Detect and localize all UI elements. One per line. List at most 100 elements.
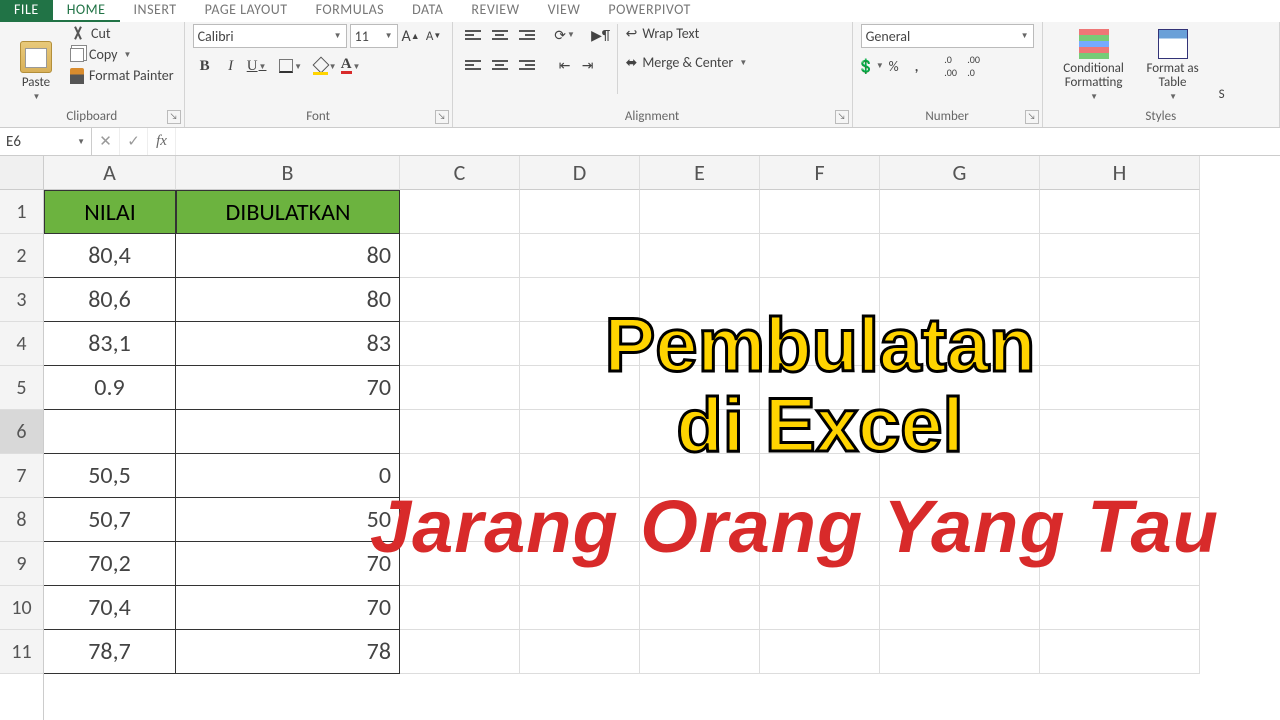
increase-decimal-button[interactable]: .0.00: [941, 56, 961, 76]
row-header[interactable]: 7: [0, 454, 43, 498]
cell[interactable]: [1040, 630, 1200, 674]
align-right-button[interactable]: [515, 54, 539, 76]
align-left-button[interactable]: [461, 54, 485, 76]
cell[interactable]: [880, 542, 1040, 586]
cell[interactable]: [520, 498, 640, 542]
cell[interactable]: 50: [176, 498, 400, 542]
cell[interactable]: [880, 190, 1040, 234]
cell[interactable]: 80,6: [44, 278, 176, 322]
tab-review[interactable]: REVIEW: [457, 0, 533, 22]
fx-button[interactable]: fx: [148, 128, 176, 155]
format-painter-button[interactable]: Format Painter: [68, 66, 176, 85]
bold-button[interactable]: B: [193, 54, 217, 78]
cell[interactable]: [640, 234, 760, 278]
cell[interactable]: [520, 234, 640, 278]
cell[interactable]: [520, 586, 640, 630]
select-all-corner[interactable]: [0, 156, 43, 190]
cell[interactable]: [880, 410, 1040, 454]
accounting-format-button[interactable]: 💲▼: [861, 56, 881, 76]
row-header[interactable]: 3: [0, 278, 43, 322]
tab-view[interactable]: VIEW: [534, 0, 595, 22]
cell[interactable]: 70: [176, 586, 400, 630]
formula-cancel-button[interactable]: ✕: [92, 128, 120, 155]
cell[interactable]: [880, 630, 1040, 674]
align-bottom-button[interactable]: [515, 24, 539, 46]
name-box[interactable]: E6▼: [0, 128, 92, 155]
cell[interactable]: 50,7: [44, 498, 176, 542]
tab-formulas[interactable]: FORMULAS: [302, 0, 399, 22]
cell[interactable]: [880, 366, 1040, 410]
dialog-launcher-icon[interactable]: ↘: [435, 110, 449, 124]
cell[interactable]: [880, 234, 1040, 278]
cell[interactable]: [1040, 586, 1200, 630]
cell[interactable]: [760, 454, 880, 498]
cell[interactable]: [1040, 190, 1200, 234]
conditional-formatting-button[interactable]: Conditional Formatting▼: [1051, 24, 1137, 102]
col-header[interactable]: C: [400, 156, 520, 190]
merge-center-button[interactable]: ⬌Merge & Center▼: [624, 53, 750, 72]
shrink-font-button[interactable]: A▼: [424, 26, 444, 46]
paste-button[interactable]: Paste ▼: [8, 24, 64, 102]
cell[interactable]: [520, 630, 640, 674]
cell[interactable]: [760, 366, 880, 410]
cell[interactable]: [400, 234, 520, 278]
wrap-text-button[interactable]: ↩Wrap Text: [624, 24, 750, 43]
row-header[interactable]: 2: [0, 234, 43, 278]
cell[interactable]: [400, 322, 520, 366]
cell[interactable]: 70,2: [44, 542, 176, 586]
cell[interactable]: [1040, 322, 1200, 366]
font-size-combo[interactable]: 11▼: [350, 24, 398, 48]
cell[interactable]: [1040, 366, 1200, 410]
cell[interactable]: [640, 366, 760, 410]
cell[interactable]: 70,4: [44, 586, 176, 630]
cell[interactable]: 0: [176, 454, 400, 498]
cell[interactable]: [400, 454, 520, 498]
tab-insert[interactable]: INSERT: [120, 0, 191, 22]
cell[interactable]: [640, 454, 760, 498]
row-header[interactable]: 9: [0, 542, 43, 586]
cell[interactable]: [760, 630, 880, 674]
col-header[interactable]: F: [760, 156, 880, 190]
cell[interactable]: NILAI: [44, 190, 176, 234]
increase-indent-button[interactable]: ⇥: [578, 55, 598, 75]
tab-data[interactable]: DATA: [398, 0, 457, 22]
copy-button[interactable]: Copy▼: [68, 45, 176, 64]
cut-button[interactable]: Cut: [68, 24, 176, 43]
cell[interactable]: [880, 322, 1040, 366]
tab-home[interactable]: HOME: [53, 0, 120, 22]
cell[interactable]: 50,5: [44, 454, 176, 498]
cell[interactable]: [520, 278, 640, 322]
cell[interactable]: [640, 278, 760, 322]
underline-button[interactable]: U▼: [245, 54, 269, 78]
font-color-button[interactable]: A▼: [339, 54, 363, 78]
cell[interactable]: [760, 278, 880, 322]
align-top-button[interactable]: [461, 24, 485, 46]
col-header[interactable]: A: [44, 156, 176, 190]
cell[interactable]: [520, 190, 640, 234]
cell-styles-button[interactable]: S: [1209, 24, 1235, 102]
cell[interactable]: [44, 410, 176, 454]
cell[interactable]: [520, 542, 640, 586]
row-header[interactable]: 10: [0, 586, 43, 630]
cell[interactable]: [640, 190, 760, 234]
ltr-button[interactable]: ▶¶: [591, 25, 611, 45]
cell[interactable]: [520, 366, 640, 410]
cell[interactable]: DIBULATKAN: [176, 190, 400, 234]
cell[interactable]: [880, 586, 1040, 630]
row-header[interactable]: 4: [0, 322, 43, 366]
dialog-launcher-icon[interactable]: ↘: [167, 110, 181, 124]
cell[interactable]: [520, 322, 640, 366]
cell[interactable]: [760, 410, 880, 454]
row-header[interactable]: 8: [0, 498, 43, 542]
align-center-button[interactable]: [488, 54, 512, 76]
dialog-launcher-icon[interactable]: ↘: [835, 110, 849, 124]
formula-enter-button[interactable]: ✓: [120, 128, 148, 155]
cell[interactable]: 80: [176, 278, 400, 322]
cell[interactable]: [880, 454, 1040, 498]
cell[interactable]: [400, 630, 520, 674]
grow-font-button[interactable]: A▲: [401, 26, 421, 46]
cell[interactable]: [1040, 278, 1200, 322]
col-header[interactable]: H: [1040, 156, 1200, 190]
cell[interactable]: [1040, 410, 1200, 454]
cell[interactable]: [520, 454, 640, 498]
